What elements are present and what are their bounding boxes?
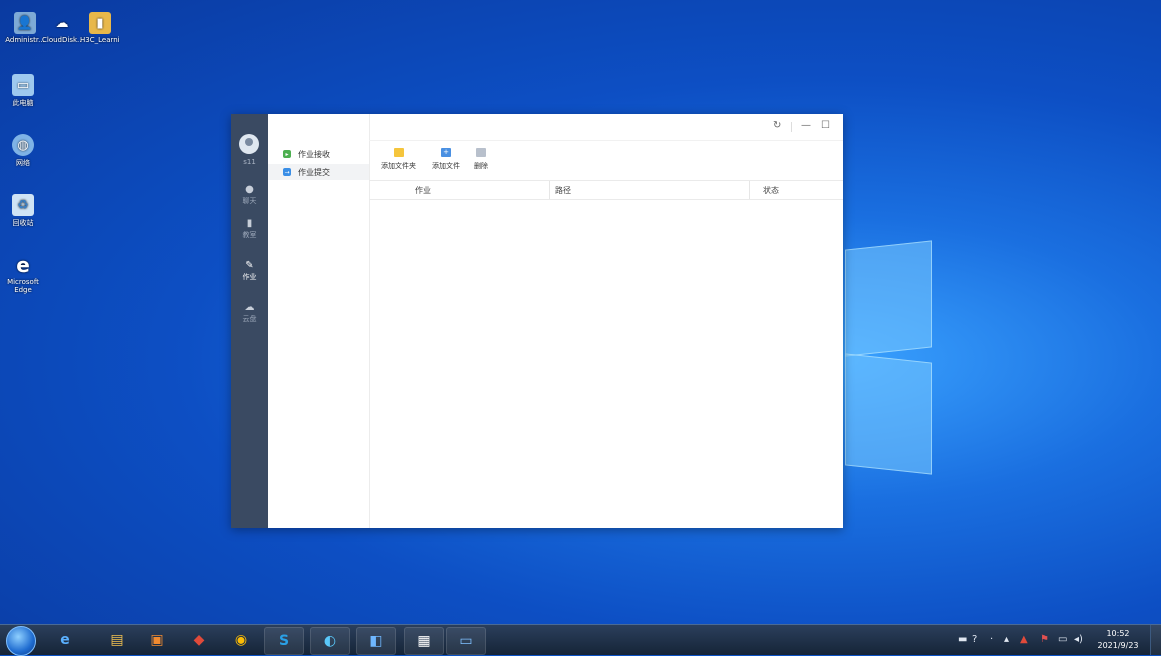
classroom-icon: ▮ <box>246 218 253 229</box>
explorer-icon[interactable]: ▤ <box>98 627 136 653</box>
calendar-icon[interactable]: ▦ <box>404 627 444 655</box>
refresh-icon[interactable]: ↻ <box>773 121 781 131</box>
homework-subnav: ▸ 作业接收 → 作业提交 <box>268 114 370 528</box>
main-panel: ↻ — ☐ 添加文件夹 + 添加文件 删除 作业 路径 状态 <box>369 114 843 528</box>
app-icon-4[interactable]: ▭ <box>446 627 486 655</box>
column-divider <box>749 181 750 199</box>
flag-icon[interactable]: ⚑ <box>1040 634 1049 645</box>
help-icon[interactable]: ? <box>972 634 977 645</box>
recycle-bin-icon: ♻ <box>12 194 34 216</box>
desktop-icon-clouddisk[interactable]: ☁ CloudDisk... <box>42 12 82 45</box>
homework-icon: ✎ <box>245 260 254 271</box>
column-header-homework[interactable]: 作业 <box>415 185 431 196</box>
table-body <box>369 199 843 528</box>
column-header-path[interactable]: 路径 <box>555 185 571 196</box>
rail-item-cloud[interactable]: ☁ 云盘 <box>231 302 268 324</box>
computer-icon: ▭ <box>12 74 34 96</box>
network-tray-icon[interactable]: ▭ <box>1058 634 1067 645</box>
network-icon: ◍ <box>12 134 34 156</box>
desktop-icon-this-pc[interactable]: ▭ 此电脑 <box>3 74 43 108</box>
chat-icon: ● <box>245 184 254 195</box>
minimize-icon[interactable]: — <box>801 121 811 131</box>
cloud-icon: ☁ <box>244 302 255 313</box>
app-tray-icon[interactable]: ▲ <box>1020 634 1028 645</box>
submit-icon: → <box>283 168 291 176</box>
column-divider <box>549 181 550 199</box>
desktop-icon-administrator[interactable]: 👤 Administr... <box>5 12 45 44</box>
side-rail: s11 ● 聊天 ▮ 教室 ✎ 作业 ☁ 云盘 <box>231 114 268 528</box>
desktop-icon-recycle-bin[interactable]: ♻ 回收站 <box>3 194 43 228</box>
chevron-up-icon[interactable]: ▴ <box>1004 634 1009 645</box>
desktop-icon-network[interactable]: ◍ 网络 <box>3 134 43 168</box>
username: s11 <box>243 158 256 166</box>
start-button[interactable] <box>6 626 36 656</box>
user-folder-icon: 👤 <box>14 12 36 34</box>
titlebar-divider <box>791 122 792 132</box>
chrome-icon[interactable]: ◉ <box>222 627 260 653</box>
clock[interactable]: 10:52 2021/9/23 <box>1093 628 1143 652</box>
table-header: 作业 路径 状态 <box>369 180 843 200</box>
tray-icon[interactable]: · <box>990 634 993 645</box>
show-desktop-button[interactable] <box>1150 625 1161 655</box>
desktop-icon-h3c[interactable]: ▮ H3C_Learni... <box>80 12 120 44</box>
add-file-button[interactable]: + 添加文件 <box>432 148 460 171</box>
trash-icon <box>476 148 486 157</box>
homework-app-window: s11 ● 聊天 ▮ 教室 ✎ 作业 ☁ 云盘 ▸ 作业接收 → 作业提交 ↻ <box>231 114 843 528</box>
avatar[interactable] <box>239 134 259 154</box>
zip-folder-icon: ▮ <box>89 12 111 34</box>
windows-logo-wallpaper <box>830 230 940 480</box>
add-folder-button[interactable]: 添加文件夹 <box>381 148 416 171</box>
subnav-item-receive[interactable]: ▸ 作业接收 <box>268 146 369 162</box>
add-file-icon: + <box>441 148 451 157</box>
rail-item-chat[interactable]: ● 聊天 <box>231 184 268 206</box>
column-header-status[interactable]: 状态 <box>763 185 779 196</box>
volume-icon[interactable]: ◂) <box>1074 634 1083 645</box>
window-titlebar: ↻ — ☐ <box>369 114 843 141</box>
printer-icon[interactable]: ▬ <box>958 634 967 645</box>
skype-icon[interactable]: S <box>264 627 304 655</box>
desktop-icon-edge[interactable]: e Microsoft Edge <box>3 253 43 294</box>
app-icon[interactable]: ◆ <box>180 627 218 653</box>
subnav-item-submit[interactable]: → 作业提交 <box>268 164 369 180</box>
maximize-icon[interactable]: ☐ <box>821 121 830 131</box>
media-icon[interactable]: ▣ <box>138 627 176 653</box>
rail-item-classroom[interactable]: ▮ 教室 <box>231 218 268 240</box>
app-icon-3[interactable]: ◧ <box>356 627 396 655</box>
edge-icon: e <box>16 253 30 277</box>
rail-item-homework[interactable]: ✎ 作业 <box>231 260 268 282</box>
app-icon-2[interactable]: ◐ <box>310 627 350 655</box>
receive-icon: ▸ <box>283 150 291 158</box>
taskbar: e ▤ ▣ ◆ ◉ S ◐ ◧ ▦ ▭ ▬ ? · ▴ ▲ ⚑ ▭ ◂) 10:… <box>0 624 1161 656</box>
delete-button[interactable]: 删除 <box>474 148 488 171</box>
ie-icon[interactable]: e <box>46 627 84 653</box>
cloud-icon: ☁ <box>55 15 69 31</box>
folder-icon <box>393 148 404 157</box>
